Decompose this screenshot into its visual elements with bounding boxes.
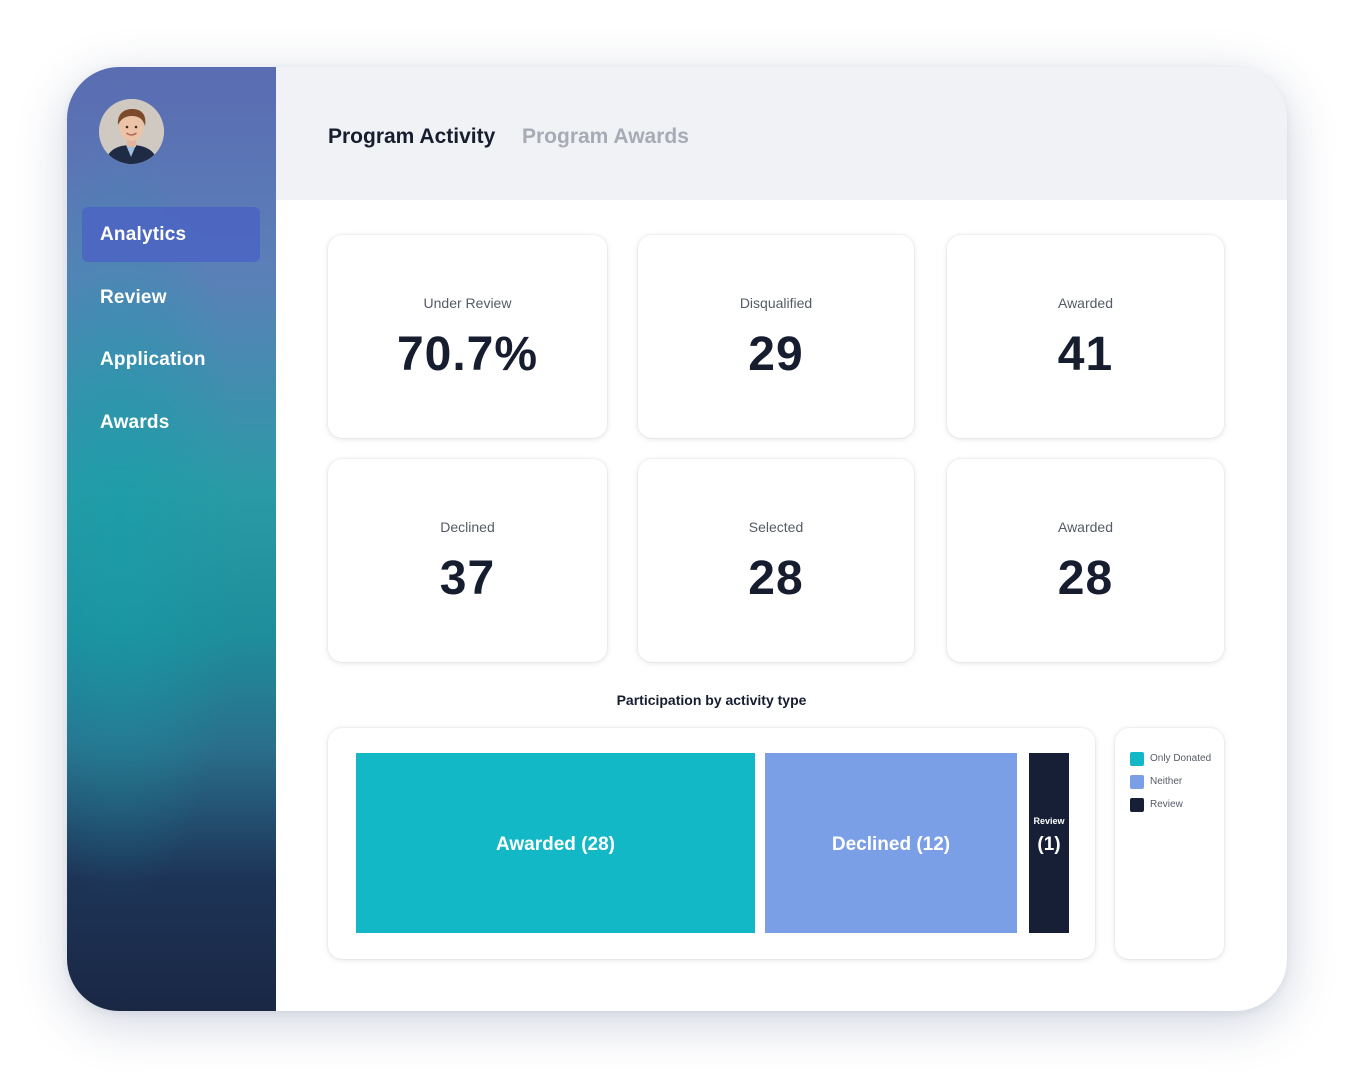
stat-value: 28 xyxy=(1057,552,1114,605)
chart-segment-label-top: Review xyxy=(1033,816,1065,826)
sidebar-item-analytics[interactable]: Analytics xyxy=(82,207,260,262)
stat-value: 29 xyxy=(748,328,804,381)
stat-label: Declined xyxy=(440,519,495,535)
page-header: Program Activity Program Awards xyxy=(276,67,1287,200)
chart-segment-label: Awarded (28) xyxy=(496,834,615,855)
tab-program-awards[interactable]: Program Awards xyxy=(522,125,689,149)
legend-swatch xyxy=(1130,798,1144,812)
chart-segment-label: Declined (12) xyxy=(832,834,950,855)
participation-chart: Awarded (28) Declined (12) Review (1) xyxy=(356,753,1069,933)
stat-label: Under Review xyxy=(423,295,512,311)
stat-card-disqualified: Disqualified 29 xyxy=(638,235,914,438)
tab-program-activity[interactable]: Program Activity xyxy=(328,125,495,149)
legend-label: Neither xyxy=(1150,776,1183,787)
legend-swatch xyxy=(1130,752,1144,766)
legend-label: Review xyxy=(1150,799,1183,810)
stat-value: 41 xyxy=(1057,328,1114,381)
stat-label: Awarded xyxy=(1057,519,1113,535)
sidebar-item-review[interactable]: Review xyxy=(82,270,260,325)
chart-segment-label-bottom: (1) xyxy=(1037,834,1060,855)
sidebar-item-application[interactable]: Application xyxy=(82,332,260,387)
stat-value: 28 xyxy=(748,552,804,605)
stat-label: Disqualified xyxy=(739,295,813,311)
stat-card-selected: Selected 28 xyxy=(638,459,914,662)
sidebar-nav: Analytics Review Application Awards xyxy=(82,207,260,457)
chart-title: Participation by activity type xyxy=(616,692,807,708)
chart-card: Awarded (28) Declined (12) Review (1) xyxy=(328,728,1095,959)
stat-value: 70.7% xyxy=(396,328,539,381)
stat-label: Awarded xyxy=(1057,295,1113,311)
sidebar-item-awards[interactable]: Awards xyxy=(82,395,260,450)
stat-label: Selected xyxy=(748,519,804,535)
stat-card-declined: Declined 37 xyxy=(328,459,607,662)
stat-card-awarded: Awarded 41 xyxy=(947,235,1224,438)
legend-label: Only Donated xyxy=(1150,753,1212,764)
stat-value: 37 xyxy=(439,552,496,605)
user-avatar[interactable] xyxy=(99,99,164,164)
chart-legend: Only Donated Neither Review xyxy=(1115,728,1224,959)
app-window: Analytics Review Application Awards Prog… xyxy=(67,67,1287,1011)
stat-card-awarded-2: Awarded 28 xyxy=(947,459,1224,662)
legend-swatch xyxy=(1130,775,1144,789)
stat-card-under-review: Under Review 70.7% xyxy=(328,235,607,438)
sidebar: Analytics Review Application Awards xyxy=(67,67,276,1011)
